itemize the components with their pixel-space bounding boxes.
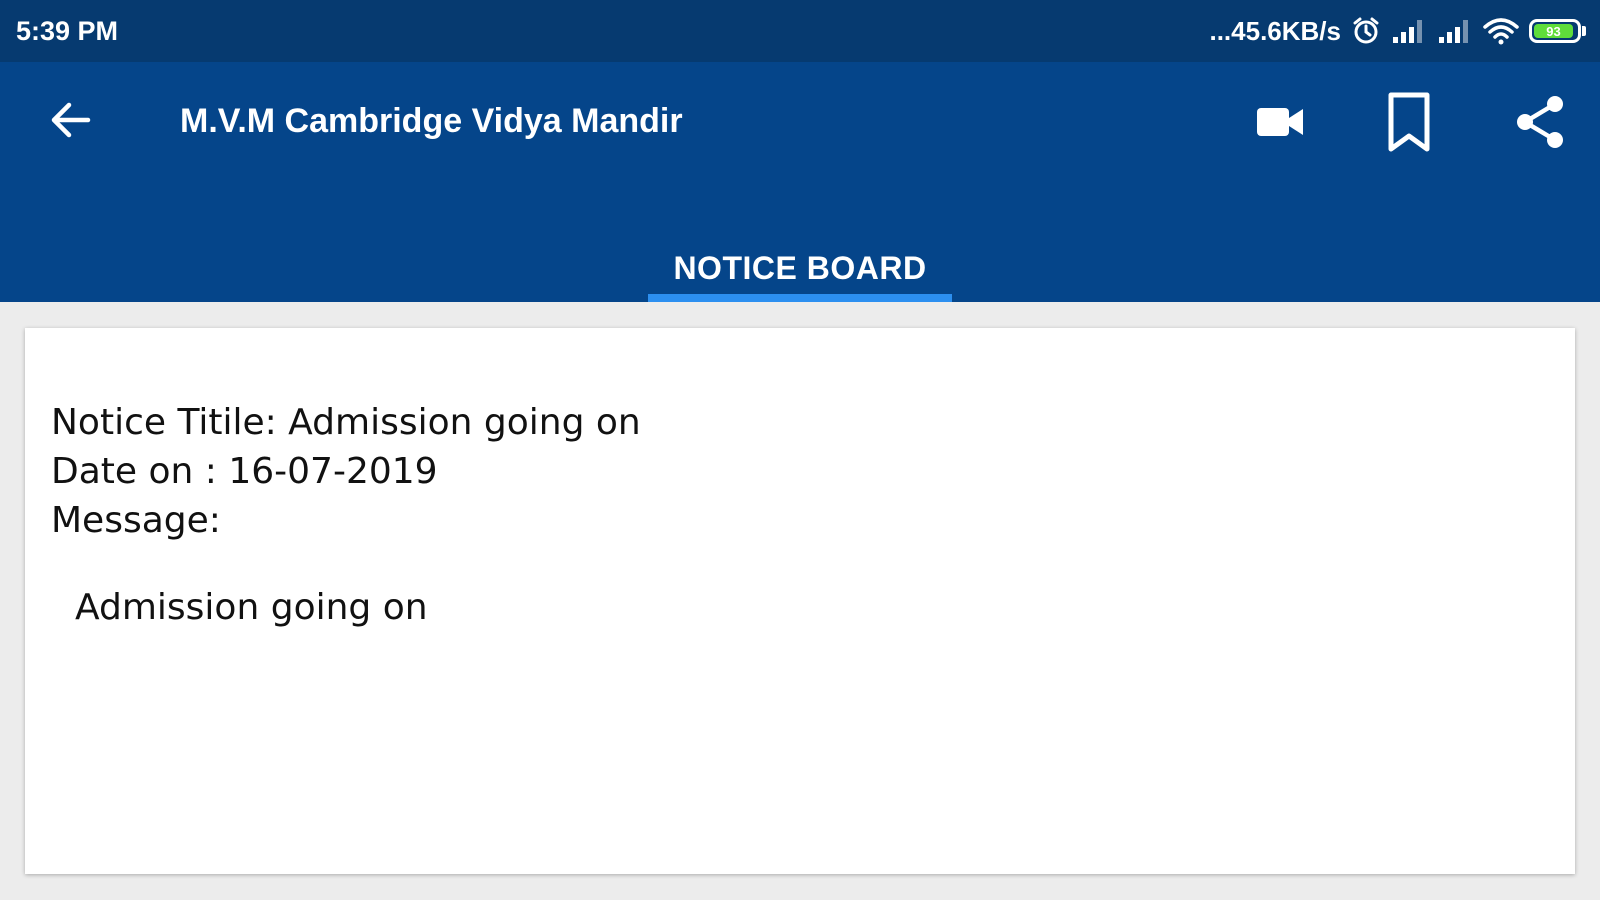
wifi-icon	[1483, 17, 1519, 45]
video-camera-icon	[1254, 102, 1306, 147]
status-indicators: ...45.6KB/s 93	[1209, 16, 1586, 47]
alarm-icon	[1351, 16, 1381, 46]
notice-card: Notice Titile: Admission going on Date o…	[25, 328, 1575, 874]
notice-title: Notice Titile: Admission going on	[51, 402, 641, 443]
signal-icon	[1391, 17, 1427, 45]
battery-level: 93	[1534, 24, 1574, 39]
status-time: 5:39 PM	[16, 15, 119, 46]
tab-label: NOTICE BOARD	[673, 250, 927, 286]
app-bar: M.V.M Cambridge Vidya Mandir NOTICE BOAR…	[0, 62, 1600, 302]
notice-message-body: Admission going on	[75, 587, 428, 628]
tab-notice-board[interactable]: NOTICE BOARD	[648, 222, 952, 302]
tab-indicator	[648, 294, 952, 302]
share-icon	[1515, 94, 1565, 155]
share-button[interactable]	[1508, 92, 1572, 156]
status-bar: 5:39 PM ...45.6KB/s 93	[0, 0, 1600, 62]
app-title: M.V.M Cambridge Vidya Mandir	[180, 102, 683, 140]
signal-icon	[1437, 17, 1473, 45]
notice-date: Date on : 16-07-2019	[51, 451, 438, 492]
back-button[interactable]	[40, 92, 100, 152]
bookmark-icon	[1386, 92, 1432, 157]
arrow-left-icon	[48, 98, 92, 147]
battery-icon: 93	[1529, 19, 1586, 43]
network-speed: ...45.6KB/s	[1209, 15, 1341, 46]
bookmark-button[interactable]	[1377, 92, 1441, 156]
notice-message-label: Message:	[51, 500, 221, 541]
video-button[interactable]	[1248, 92, 1312, 156]
